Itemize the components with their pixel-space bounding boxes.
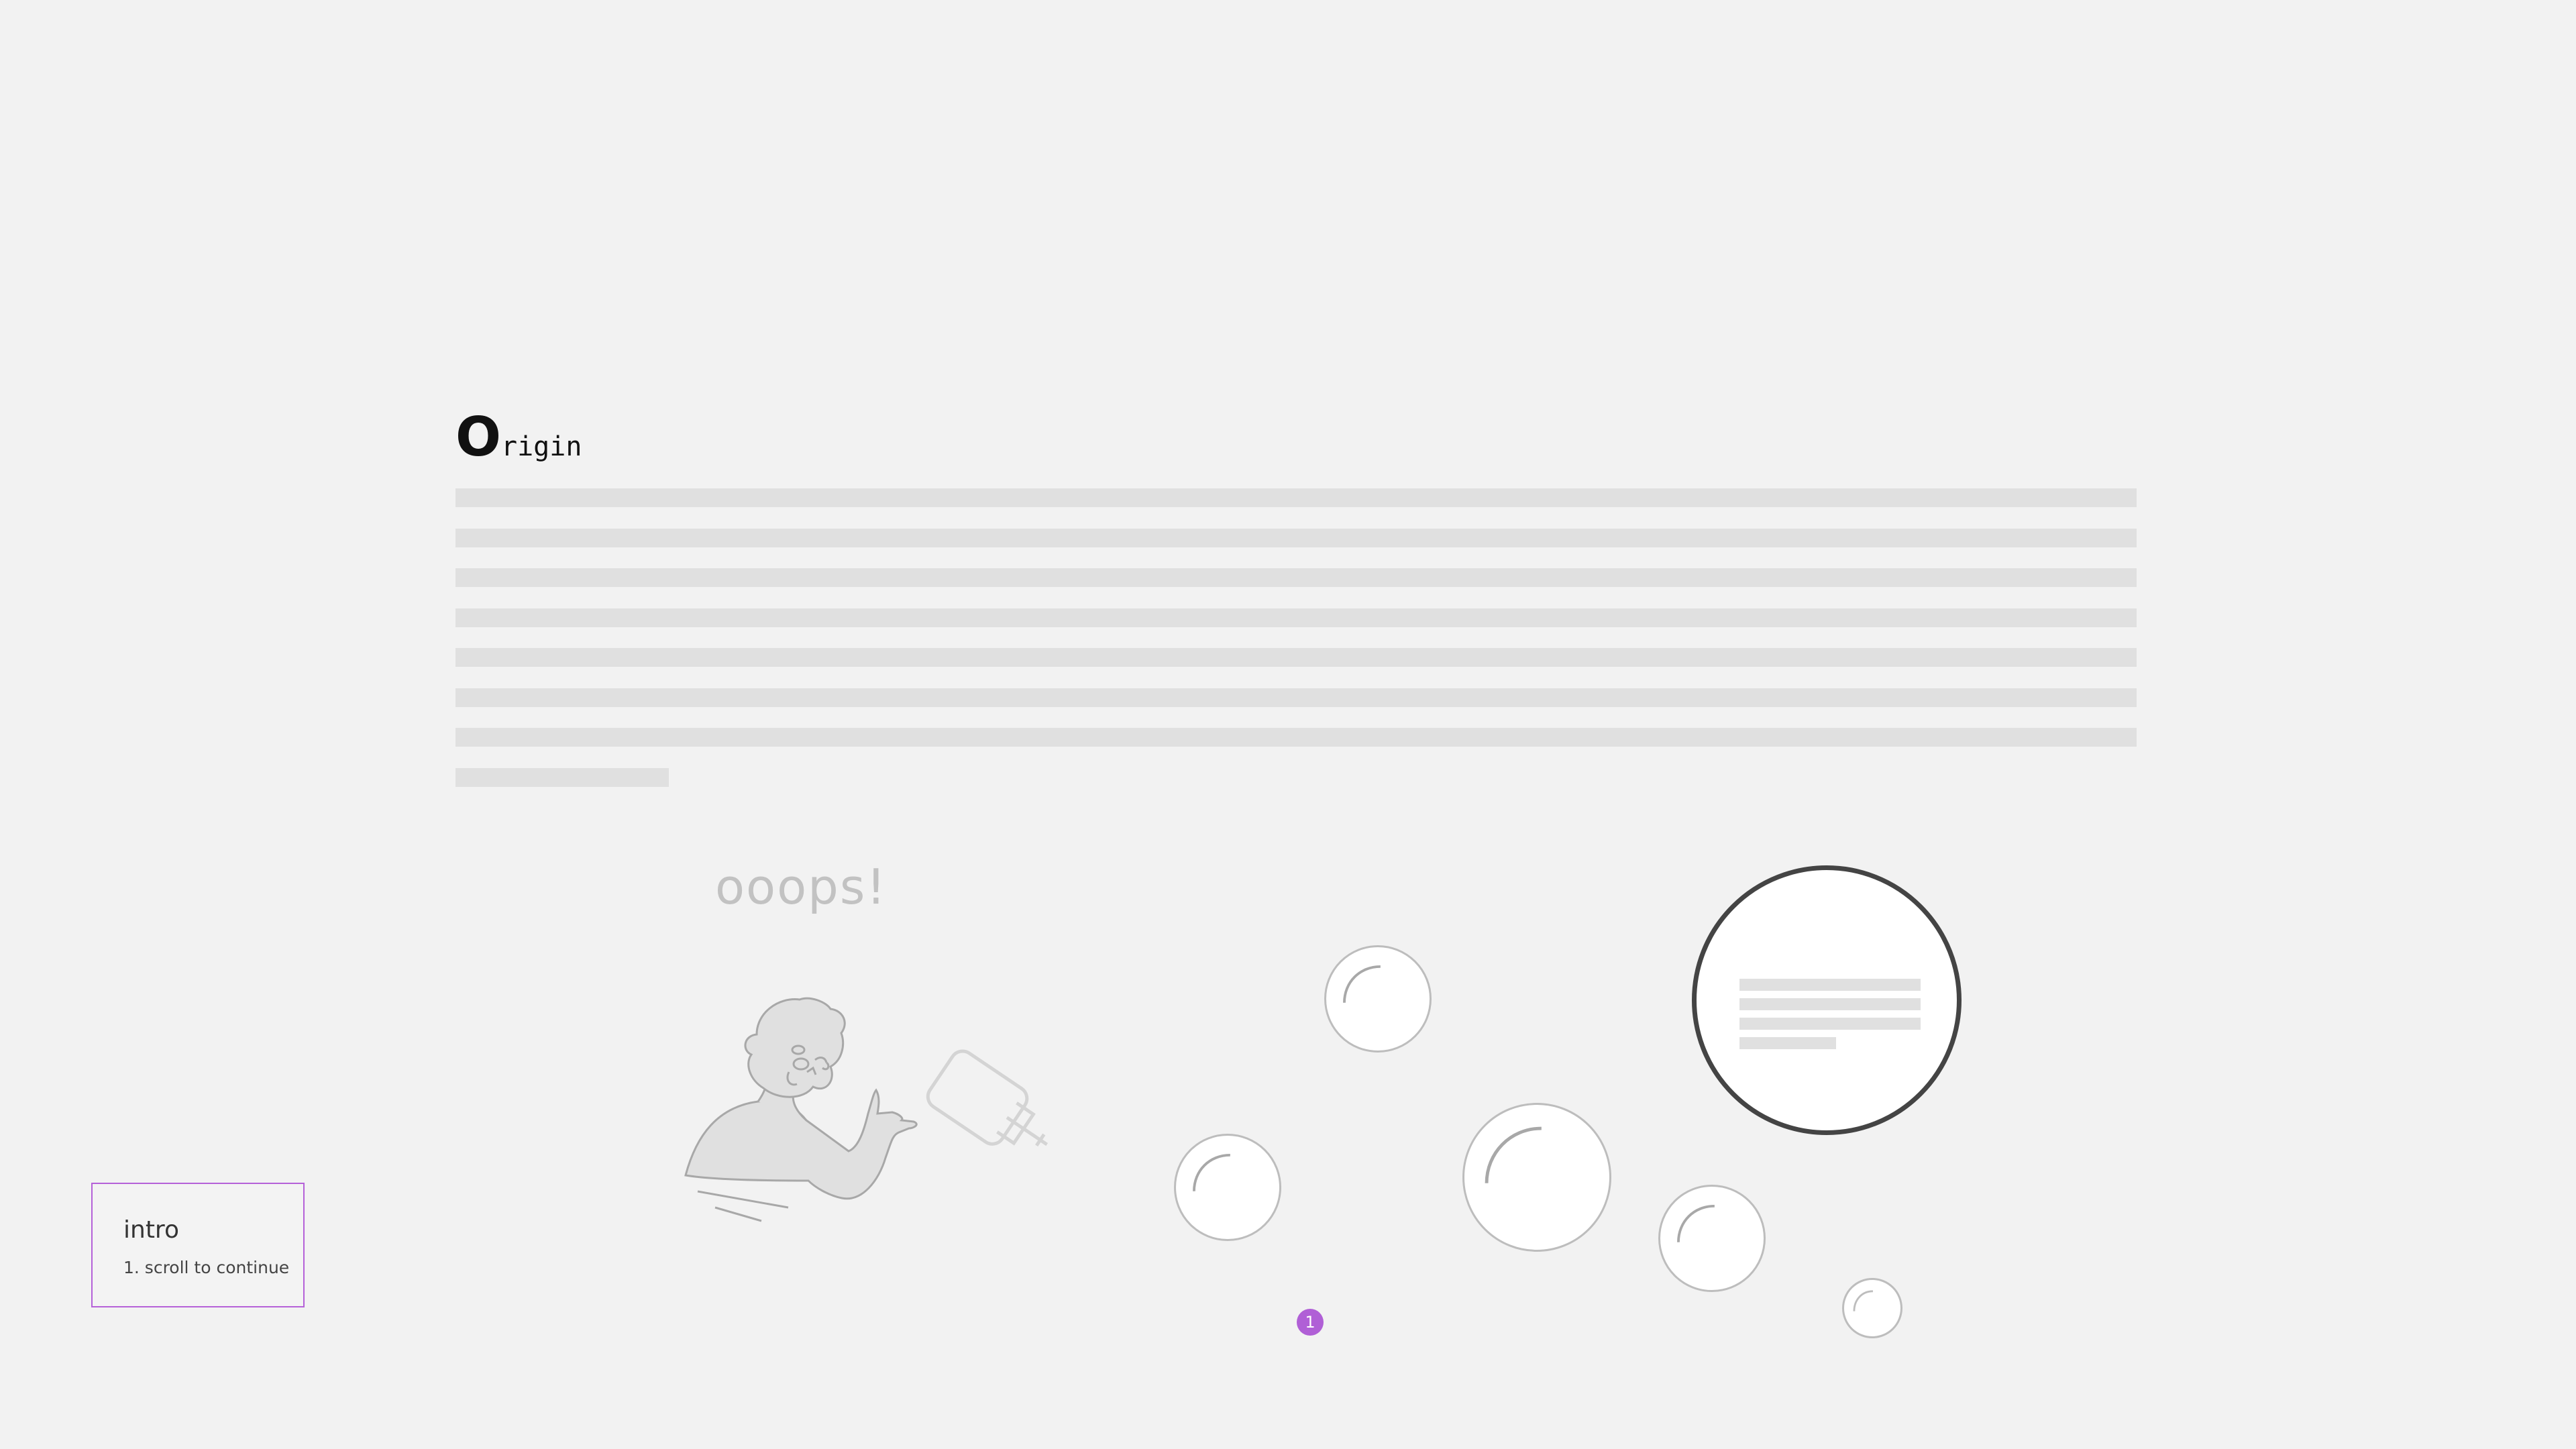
text-placeholder-block	[455, 488, 2137, 808]
page-title-rest: rigin	[501, 431, 582, 462]
text-placeholder-line	[455, 528, 2137, 547]
text-placeholder-line	[455, 648, 2137, 667]
person-spilled-drink-illustration	[678, 986, 1093, 1228]
text-placeholder-line	[455, 608, 2137, 627]
text-placeholder-line	[455, 728, 2137, 747]
text-placeholder-line	[1739, 998, 1921, 1010]
page-title-initial: O	[455, 406, 502, 468]
bubble[interactable]	[1658, 1185, 1766, 1292]
text-placeholder-line	[455, 767, 669, 787]
intro-step: 1. scroll to continue	[123, 1258, 290, 1277]
text-placeholder-line	[1739, 979, 1921, 991]
text-placeholder-line	[455, 688, 2137, 707]
text-placeholder-line	[455, 568, 2137, 587]
bubble[interactable]	[1174, 1134, 1281, 1241]
intro-panel: intro 1. scroll to continue	[91, 1183, 305, 1307]
page-title: Origin	[455, 411, 582, 464]
main-bubble[interactable]	[1692, 865, 1962, 1135]
text-placeholder-line	[455, 488, 2137, 507]
bubble[interactable]	[1462, 1103, 1611, 1252]
bubble[interactable]	[1842, 1278, 1902, 1338]
bubble[interactable]	[1324, 945, 1432, 1053]
bubble-text-placeholder	[1739, 979, 1921, 1057]
intro-title: intro	[123, 1216, 179, 1244]
text-placeholder-line	[1739, 1037, 1836, 1049]
text-placeholder-line	[1739, 1018, 1921, 1030]
error-text: ooops!	[715, 859, 888, 915]
page-indicator[interactable]: 1	[1297, 1309, 1324, 1336]
